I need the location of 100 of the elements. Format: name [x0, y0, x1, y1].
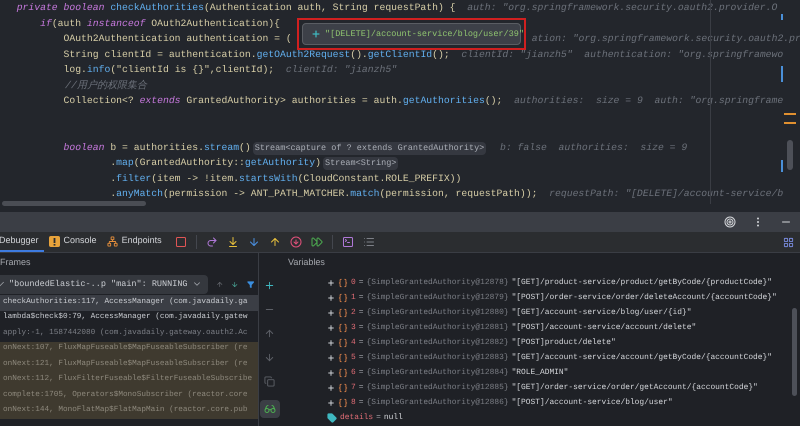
debug-tab[interactable]: Endpoints: [102, 232, 167, 252]
endpoints-icon: [106, 236, 118, 246]
tag-icon: [327, 412, 337, 422]
filter-icon[interactable]: [246, 278, 254, 290]
thread-dropdown[interactable]: "boundedElastic-..p "main": RUNNING: [0, 274, 208, 294]
debug-value-hint: auth: "org.springframework.security.oauth2.provider.O: [466, 1, 778, 16]
code-token: getClientId: [368, 48, 432, 62]
code-token: boolean: [62, 140, 104, 155]
object-icon: [338, 322, 348, 332]
code-token: checkAuthorities: [109, 1, 204, 16]
code-token: stream: [204, 140, 240, 155]
code-token: anyMatch: [116, 187, 163, 202]
change-marker: [781, 66, 783, 82]
code-token: (auth: [52, 16, 82, 31]
code-comment: //用户的权限集合: [64, 78, 148, 94]
code-token: GrantedAuthority> authorities = auth.: [185, 94, 403, 108]
code-token: (item -> !item.: [151, 172, 240, 186]
code-token: ();: [432, 48, 450, 62]
expand-icon[interactable]: [327, 338, 335, 346]
expand-icon[interactable]: [311, 29, 321, 39]
warning-icon: [48, 236, 60, 246]
expand-icon[interactable]: [327, 368, 335, 376]
code-token: ().: [350, 48, 368, 62]
object-icon: [338, 308, 348, 318]
code-token: map: [116, 156, 134, 170]
code-token: b = authorities.: [109, 140, 204, 155]
debug-value-hint: b: false authorities: size = 9: [498, 140, 688, 155]
code-token: OAuth2Authentication){: [150, 16, 280, 31]
expand-icon[interactable]: [327, 324, 335, 332]
expand-icon[interactable]: [327, 354, 335, 362]
down-arrow-icon[interactable]: [264, 352, 275, 363]
object-icon: [338, 338, 348, 348]
target-icon[interactable]: [724, 216, 736, 228]
code-token: (Authentication auth, String requestPath) {: [204, 1, 456, 16]
scrollbar-thumb[interactable]: [792, 308, 797, 396]
copy-icon[interactable]: [264, 376, 275, 387]
object-icon: [338, 278, 348, 288]
code-token: instanceof: [86, 16, 146, 31]
change-marker: [781, 160, 783, 172]
code-token: getOAuth2Request: [256, 48, 350, 62]
code-token: String clientId = authentication.: [62, 48, 257, 62]
code-token: (CloudConstant.ROLE_PREFIX)): [298, 172, 462, 186]
object-icon: [338, 398, 348, 408]
type-hint: Stream<String>: [322, 157, 398, 170]
expand-icon[interactable]: [327, 398, 335, 406]
code-token: extends: [140, 94, 181, 108]
object-icon: [338, 368, 348, 378]
code-token: info: [86, 63, 110, 78]
expand-icon[interactable]: [327, 308, 335, 316]
code-token: match: [350, 187, 380, 202]
add-icon[interactable]: [264, 280, 275, 291]
up-arrow-icon[interactable]: [264, 328, 275, 339]
code-token: .: [109, 172, 116, 186]
horizontal-scrollbar[interactable]: [2, 201, 146, 206]
warning-marker: [784, 113, 796, 115]
code-token: filter: [116, 172, 152, 186]
type-hint: Stream<capture of ? extends GrantedAuthority>: [252, 142, 486, 155]
code-token: (permission -> ANT_PATH_MATCHER.: [162, 187, 350, 202]
code-token: ();: [484, 94, 502, 108]
debug-value-hint: clientId: "jianzh5" authentication: "org.springframewo: [460, 48, 784, 62]
scrollbar-thumb[interactable]: [787, 140, 793, 170]
object-icon: [338, 292, 348, 302]
evaluate-icon[interactable]: [342, 236, 354, 248]
step-out-icon[interactable]: [268, 236, 281, 248]
object-icon: [338, 352, 348, 362]
force-step-into-icon[interactable]: [248, 236, 260, 248]
code-token: getAuthorities: [402, 94, 485, 108]
object-icon: [338, 382, 348, 392]
code-token: .: [109, 156, 116, 170]
layout-icon[interactable]: [783, 236, 794, 248]
drop-frame-icon[interactable]: [290, 236, 302, 248]
panel-title: Frames: [0, 256, 31, 270]
debug-value-hint: clientId: "jianzh5": [284, 63, 398, 78]
code-token: (): [239, 140, 251, 155]
code-token: getAuthority: [244, 156, 316, 170]
debug-value-hint: authorities: size = 9 auth: "org.springframe: [513, 94, 784, 108]
expand-icon[interactable]: [327, 278, 335, 286]
popup-value: "[DELETE]/account-service/blog/user/39": [325, 28, 524, 40]
warning-marker: [784, 122, 796, 124]
debug-value-hint: requestPath: "[DELETE]/account-service/b: [548, 187, 784, 202]
code-token: .: [109, 187, 116, 202]
expand-icon[interactable]: [327, 294, 335, 302]
resume-icon[interactable]: [310, 236, 323, 248]
step-over-icon[interactable]: [206, 236, 218, 248]
debug-tab[interactable]: Console: [44, 232, 102, 252]
change-marker: [781, 14, 783, 20]
code-token: log.: [62, 63, 87, 78]
code-token: if: [39, 16, 52, 31]
code-token: (permission, requestPath));: [379, 187, 538, 202]
watches-toggle[interactable]: [260, 400, 280, 418]
code-token: private boolean: [16, 1, 104, 16]
code-token: ): [315, 156, 321, 170]
step-into-icon[interactable]: [226, 236, 239, 248]
code-token: OAuth2Authentication authentication = (: [62, 32, 292, 46]
code-token: (GrantedAuthority::: [134, 156, 245, 170]
stop-icon[interactable]: [174, 236, 187, 248]
code-token: Collection<?: [62, 94, 135, 108]
glasses-icon: [264, 403, 276, 415]
panel-title: Variables: [288, 256, 325, 270]
expand-icon[interactable]: [327, 384, 335, 392]
